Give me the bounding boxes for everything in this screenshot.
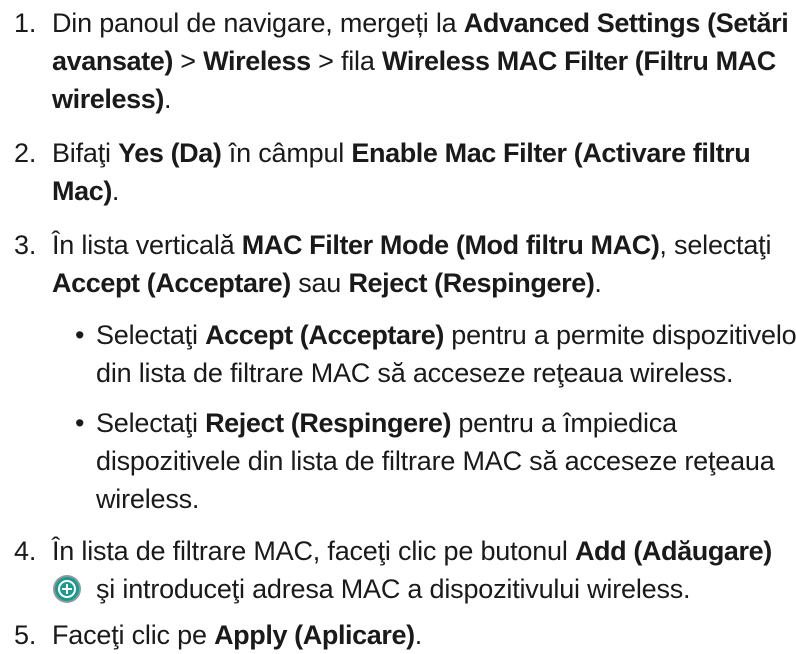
- bullet-reject-line-1: Selectaţi Reject (Respingere) pentru a î…: [96, 408, 677, 438]
- step-2-line-2: Mac).: [52, 176, 120, 206]
- step-2-line-1: Bifaţi Yes (Da) în câmpul Enable Mac Fil…: [52, 138, 751, 168]
- step-3-line-2: Accept (Acceptare) sau Reject (Respinger…: [52, 268, 602, 298]
- step-1-line-2: avansate) > Wireless > fila Wireless MAC…: [52, 46, 776, 76]
- bullet-reject: • Selectaţi Reject (Respingere) pentru a…: [0, 404, 790, 518]
- instructions-document: 1. Din panoul de navigare, mergeți la Ad…: [0, 0, 796, 652]
- step-4-line-1: În lista de filtrare MAC, faceţi clic pe…: [52, 536, 772, 566]
- step-2: 2. Bifaţi Yes (Da) în câmpul Enable Mac …: [0, 134, 790, 210]
- bullet-reject-line-2: dispozitivele din lista de filtrare MAC …: [96, 446, 775, 476]
- step-3-line-1: În lista verticală MAC Filter Mode (Mod …: [52, 230, 772, 260]
- step-1-line-3: wireless).: [52, 84, 172, 114]
- step-5-line-1: Faceţi clic pe Apply (Aplicare).: [52, 620, 423, 650]
- bullet-reject-line-3: wireless.: [96, 484, 200, 514]
- bullet-accept-line-1: Selectaţi Accept (Acceptare) pentru a pe…: [96, 320, 796, 350]
- step-4: 4. În lista de filtrare MAC, faceţi clic…: [0, 532, 790, 608]
- step-1: 1. Din panoul de navigare, mergeți la Ad…: [0, 4, 790, 118]
- bullet-accept-line-2: din lista de filtrare MAC să acceseze re…: [96, 358, 734, 388]
- step-3: 3. În lista verticală MAC Filter Mode (M…: [0, 226, 790, 302]
- add-circle-icon: [52, 574, 82, 604]
- step-1-line-1: Din panoul de navigare, mergeți la Advan…: [52, 8, 789, 38]
- step-5: 5. Faceţi clic pe Apply (Aplicare).: [0, 616, 790, 654]
- bullet-accept: • Selectaţi Accept (Acceptare) pentru a …: [0, 316, 796, 392]
- step-4-line-2: şi introduceţi adresa MAC a dispozitivul…: [0, 570, 790, 608]
